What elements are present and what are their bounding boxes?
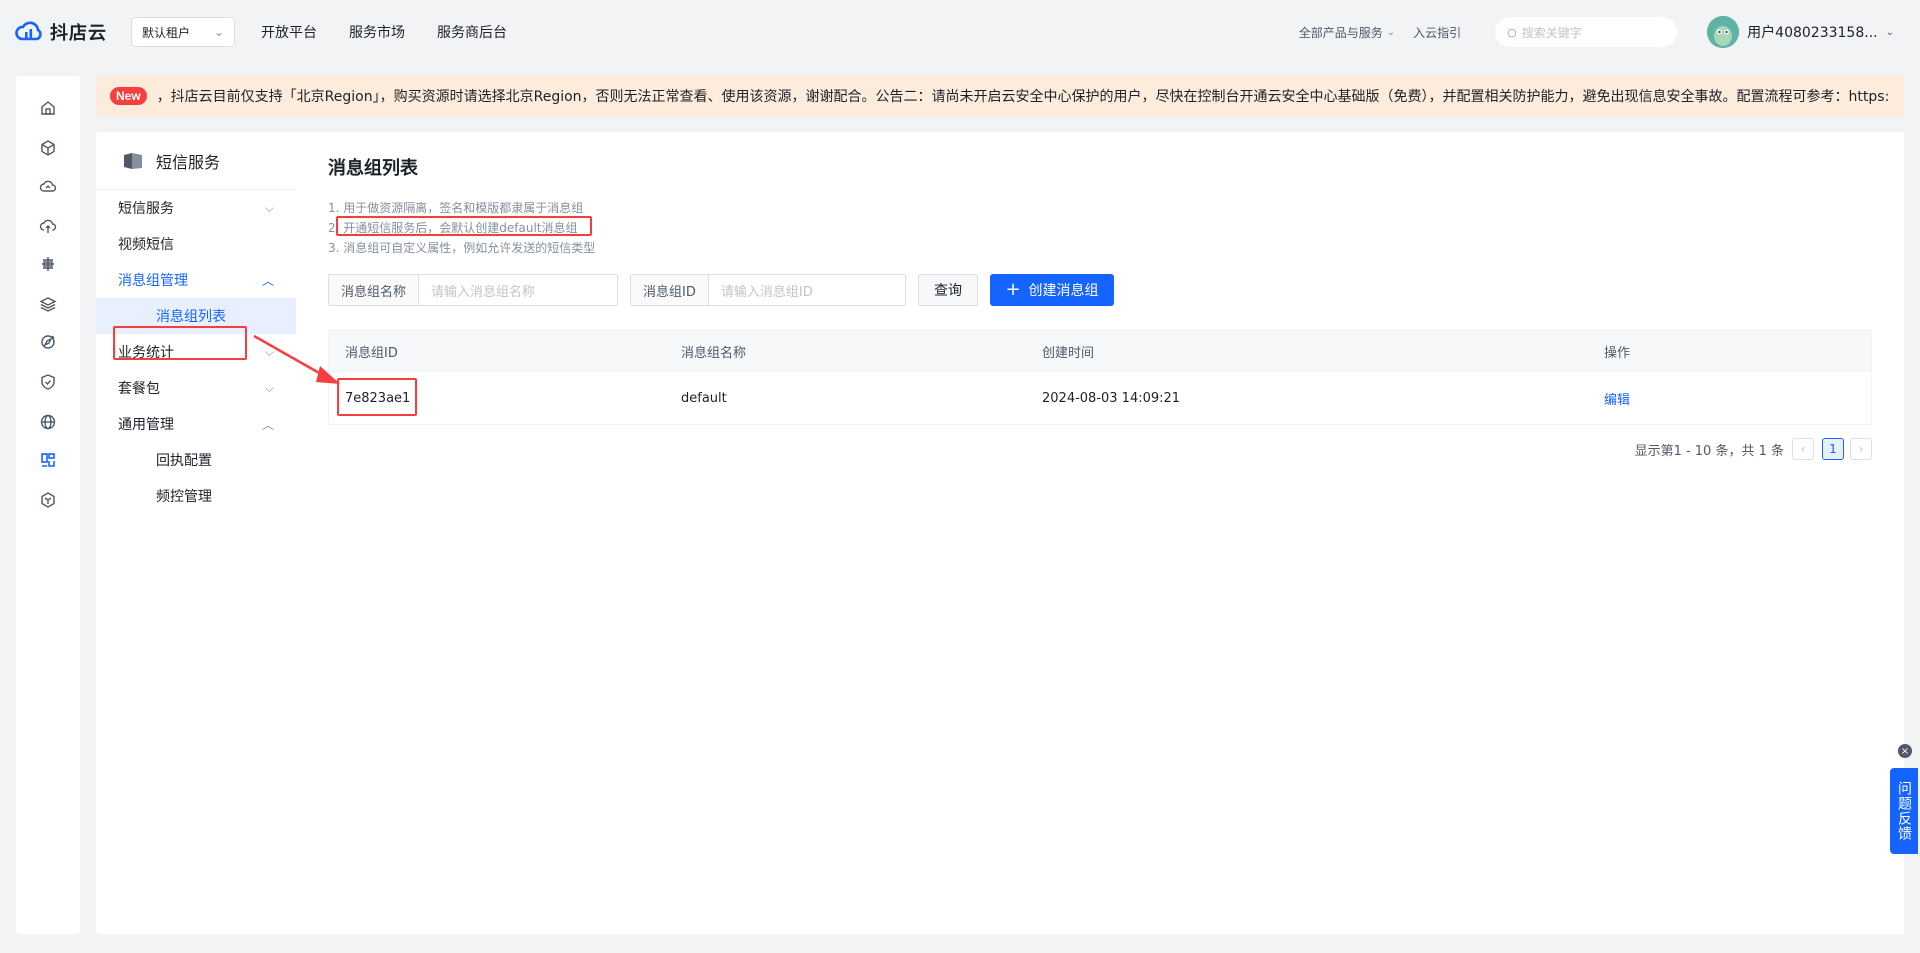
- compass-icon[interactable]: [38, 332, 58, 352]
- user-menu[interactable]: 用户4080233158... ⌄: [1707, 16, 1894, 48]
- layers-icon[interactable]: [38, 294, 58, 314]
- prev-page-button[interactable]: ‹: [1792, 438, 1814, 460]
- close-icon[interactable]: ×: [1898, 744, 1912, 758]
- nav-open-platform[interactable]: 开放平台: [261, 22, 317, 42]
- username: 用户4080233158...: [1747, 25, 1878, 41]
- sidebar-item-label: 短信服务: [118, 201, 174, 217]
- tenant-label: 默认租户: [142, 25, 191, 40]
- global-search-input[interactable]: ○ 搜索关键字: [1495, 17, 1678, 47]
- service-sidebar: 短信服务 短信服务 ⌵ 视频短信 消息组管理 ︿ 消息组列表 业务统计 ⌵ 套餐…: [96, 132, 296, 934]
- group-name-filter: 消息组名称 请输入消息组名称: [328, 274, 618, 306]
- globe-icon[interactable]: [38, 412, 58, 432]
- sidebar-item-label: 视频短信: [118, 237, 174, 253]
- edit-link[interactable]: 编辑: [1604, 389, 1630, 408]
- sidebar-item-receipt-config[interactable]: 回执配置: [96, 442, 296, 478]
- sidebar-item-frequency-control[interactable]: 频控管理: [96, 478, 296, 514]
- top-nav: 开放平台 服务市场 服务商后台: [261, 22, 539, 42]
- brand-logo[interactable]: 抖店云: [14, 17, 107, 47]
- sidebar-item-label: 消息组管理: [118, 273, 188, 289]
- table-header: 消息组ID 消息组名称 创建时间 操作: [329, 331, 1871, 371]
- main-content: 消息组列表 1. 用于做资源隔离，签名和模版都隶属于消息组 2. 开通短信服务后…: [296, 132, 1904, 934]
- annotation-arrow: [253, 334, 340, 384]
- group-id-placeholder: 请输入消息组ID: [720, 284, 813, 300]
- shield-icon[interactable]: [38, 372, 58, 392]
- top-right: 全部产品与服务 ⌄ 入云指引 ○ 搜索关键字 用户4080233158... ⌄: [1299, 16, 1920, 48]
- sidebar-item-general-management[interactable]: 通用管理 ︿: [96, 406, 296, 442]
- group-id-input[interactable]: 请输入消息组ID: [709, 275, 905, 305]
- annotation-box-default-tip: [336, 216, 592, 236]
- group-name-input[interactable]: 请输入消息组名称: [419, 275, 617, 305]
- chevron-down-icon: ⌵: [264, 200, 274, 215]
- column-header: 消息组名称: [681, 345, 747, 361]
- top-bar: 抖店云 默认租户 ⌄ 开放平台 服务市场 服务商后台 全部产品与服务 ⌄ 入云指…: [0, 0, 1920, 64]
- sidebar-item-video-sms[interactable]: 视频短信: [96, 226, 296, 262]
- annotation-box-group-id: [337, 378, 417, 416]
- chevron-down-icon: ⌄: [1386, 26, 1396, 38]
- home-icon[interactable]: [38, 98, 58, 118]
- page-number-button[interactable]: 1: [1822, 438, 1844, 460]
- next-page-button[interactable]: ›: [1850, 438, 1872, 460]
- all-products-menu[interactable]: 全部产品与服务 ⌄: [1299, 24, 1395, 41]
- group-name-cell: default: [681, 390, 727, 406]
- group-id-label: 消息组ID: [631, 275, 709, 305]
- product-icon-rail: [16, 76, 80, 934]
- nav-provider-backend[interactable]: 服务商后台: [437, 22, 507, 42]
- column-header: 操作: [1604, 345, 1631, 361]
- sidebar-item-label: 频控管理: [156, 489, 212, 505]
- server-icon[interactable]: [38, 254, 58, 274]
- group-name-label: 消息组名称: [329, 275, 420, 305]
- sidebar-header: 短信服务: [96, 132, 296, 190]
- cube-icon[interactable]: [38, 138, 58, 158]
- feedback-label: 问题反馈: [1896, 781, 1912, 841]
- plus-icon: +: [1005, 279, 1021, 300]
- cloud-upload-icon[interactable]: [38, 216, 58, 236]
- sidebar-item-group-management[interactable]: 消息组管理 ︿: [96, 262, 296, 298]
- all-products-label: 全部产品与服务: [1298, 25, 1383, 40]
- group-id-filter: 消息组ID 请输入消息组ID: [630, 274, 906, 306]
- group-table: 消息组ID 消息组名称 创建时间 操作 7e823ae1 default 202…: [328, 330, 1872, 425]
- nav-service-market[interactable]: 服务市场: [349, 22, 405, 42]
- cloud-logo-icon: [15, 21, 42, 41]
- table-row: 7e823ae1 default 2024-08-03 14:09:21 编辑: [329, 371, 1871, 424]
- sidebar-item-label: 回执配置: [156, 453, 212, 469]
- chevron-down-icon: ⌄: [213, 25, 224, 39]
- box-icon[interactable]: [38, 490, 58, 510]
- created-time-cell: 2024-08-03 14:09:21: [1042, 390, 1181, 406]
- column-header: 创建时间: [1042, 345, 1095, 361]
- sidebar-item-label: 通用管理: [118, 417, 174, 433]
- tip-item: 3. 消息组可自定义属性，例如允许发送的短信类型: [328, 241, 596, 255]
- chevron-down-icon: ⌄: [1885, 26, 1894, 38]
- sms-icon[interactable]: [38, 450, 58, 470]
- pagination: 显示第1 - 10 条，共 1 条 ‹ 1 ›: [1635, 438, 1872, 460]
- new-badge: New: [110, 87, 147, 105]
- sidebar-item-sms-service[interactable]: 短信服务 ⌵: [96, 190, 296, 226]
- avatar: [1707, 16, 1740, 48]
- annotation-box-group-list: [113, 326, 247, 360]
- column-header: 消息组ID: [345, 345, 398, 361]
- cloud-icon[interactable]: [38, 176, 58, 196]
- chevron-up-icon: ︿: [261, 273, 274, 288]
- group-name-placeholder: 请输入消息组名称: [431, 284, 536, 300]
- announcement-banner: New ，抖店云目前仅支持「北京Region」，购买资源时请选择北京Region…: [96, 76, 1904, 116]
- avatar-image: [1707, 16, 1740, 48]
- tip-item: 1. 用于做资源隔离，签名和模版都隶属于消息组: [328, 201, 584, 215]
- search-placeholder: 搜索关键字: [1521, 25, 1582, 40]
- tenant-select[interactable]: 默认租户 ⌄: [131, 17, 235, 47]
- create-group-label: 创建消息组: [1028, 283, 1099, 299]
- announcement-text[interactable]: ，抖店云目前仅支持「北京Region」，购买资源时请选择北京Region，否则无…: [157, 86, 1890, 106]
- pagination-summary: 显示第1 - 10 条，共 1 条: [1634, 443, 1784, 459]
- chevron-up-icon: ︿: [261, 417, 274, 432]
- search-icon: ○: [1507, 25, 1517, 39]
- brand-name: 抖店云: [50, 23, 107, 44]
- sidebar-title: 短信服务: [156, 152, 221, 172]
- sidebar-item-label: 消息组列表: [156, 309, 226, 325]
- onboarding-guide-link[interactable]: 入云指引: [1413, 24, 1461, 41]
- folder-icon: [124, 152, 142, 169]
- sidebar-item-label: 套餐包: [118, 381, 160, 397]
- query-button[interactable]: 查询: [918, 274, 978, 306]
- feedback-button[interactable]: 问题反馈: [1890, 768, 1918, 854]
- create-group-button[interactable]: + 创建消息组: [990, 274, 1114, 306]
- page-title: 消息组列表: [328, 158, 418, 179]
